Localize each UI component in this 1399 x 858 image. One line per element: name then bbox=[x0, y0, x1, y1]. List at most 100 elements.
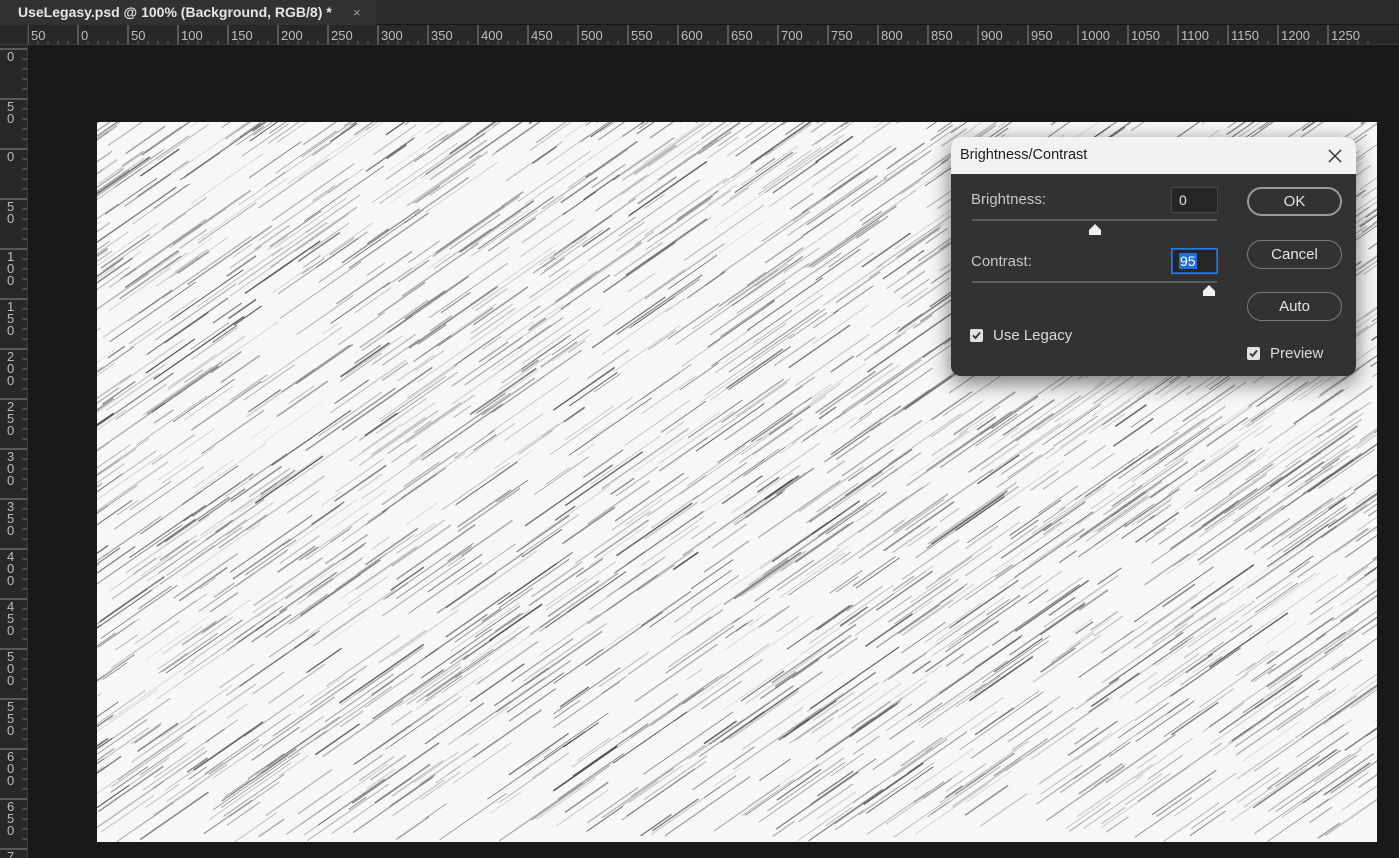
auto-button[interactable]: Auto bbox=[1247, 292, 1342, 321]
rain-streak bbox=[447, 542, 474, 562]
ruler-label: 150 bbox=[231, 28, 253, 43]
rain-streak bbox=[673, 608, 694, 624]
rain-streak bbox=[707, 136, 739, 159]
rain-streak bbox=[907, 277, 950, 308]
brightness-slider-track[interactable] bbox=[972, 219, 1217, 221]
rain-streak bbox=[352, 776, 434, 834]
rain-streak bbox=[361, 444, 440, 500]
ruler-label: 0 bbox=[7, 573, 14, 588]
rain-streak bbox=[1067, 720, 1118, 757]
preview-label[interactable]: Preview bbox=[1270, 345, 1323, 362]
rain-streak bbox=[812, 304, 869, 345]
rain-streak bbox=[321, 609, 366, 641]
rain-streak bbox=[893, 794, 955, 838]
rain-streak bbox=[797, 747, 845, 781]
rain-streak bbox=[758, 605, 791, 628]
rain-streak bbox=[97, 485, 138, 514]
rain-streak bbox=[139, 791, 209, 841]
rain-streak bbox=[586, 349, 630, 380]
rain-streak bbox=[721, 475, 763, 505]
rain-streak bbox=[304, 512, 369, 558]
brightness-input[interactable]: 0 bbox=[1171, 187, 1218, 213]
rain-streak bbox=[352, 214, 417, 259]
rain-streak bbox=[124, 249, 179, 289]
rain-streak bbox=[322, 680, 395, 731]
ruler-origin[interactable] bbox=[0, 25, 28, 45]
rain-streak bbox=[997, 122, 1007, 128]
rain-streak bbox=[1311, 386, 1350, 414]
rain-streak bbox=[1306, 606, 1334, 626]
rain-streak bbox=[125, 125, 166, 155]
rain-streak bbox=[835, 271, 881, 304]
rain-streak bbox=[597, 122, 626, 141]
brightness-slider-thumb[interactable] bbox=[1088, 223, 1102, 237]
rain-streak bbox=[612, 325, 681, 373]
rain-streak bbox=[930, 391, 973, 421]
rain-streak bbox=[771, 623, 857, 684]
ruler-label: 0 bbox=[7, 111, 14, 126]
rain-streak bbox=[404, 122, 410, 125]
rain-streak bbox=[736, 263, 810, 314]
contrast-slider-thumb[interactable] bbox=[1202, 284, 1216, 298]
contrast-input[interactable]: 95 bbox=[1171, 248, 1218, 274]
contrast-slider-track[interactable] bbox=[972, 281, 1217, 283]
rain-streak bbox=[826, 460, 846, 474]
rain-streak bbox=[723, 559, 789, 606]
rain-streak bbox=[342, 544, 365, 561]
rain-streak bbox=[119, 255, 182, 300]
rain-streak bbox=[625, 498, 663, 526]
rain-streak bbox=[532, 257, 556, 274]
rain-streak bbox=[1248, 573, 1339, 637]
rain-streak bbox=[603, 416, 625, 432]
document-tab[interactable]: UseLegasy.psd @ 100% (Background, RGB/8)… bbox=[0, 0, 376, 25]
rain-streak bbox=[1040, 742, 1100, 784]
rain-streak bbox=[391, 710, 413, 726]
rain-streak bbox=[1198, 504, 1285, 565]
rain-streak bbox=[686, 445, 746, 487]
rain-streak bbox=[1353, 473, 1377, 492]
rain-streak bbox=[829, 569, 863, 594]
rain-streak bbox=[690, 521, 717, 540]
rain-streak bbox=[416, 648, 494, 703]
rain-streak bbox=[1269, 425, 1358, 488]
vertical-ruler[interactable]: 0500501001502002503003504004505005506006… bbox=[0, 45, 28, 858]
rain-streak bbox=[842, 349, 932, 413]
use-legacy-checkbox[interactable] bbox=[970, 329, 983, 342]
ok-button[interactable]: OK bbox=[1247, 187, 1342, 216]
cancel-button[interactable]: Cancel bbox=[1247, 240, 1342, 269]
rain-streak bbox=[567, 171, 591, 189]
ruler-label: 0 bbox=[7, 323, 14, 338]
rain-streak bbox=[1103, 458, 1184, 516]
horizontal-ruler[interactable]: 50 0 50 100 150 200 250 300 350 400 450 500 550 600 65… bbox=[28, 25, 1399, 45]
rain-streak bbox=[287, 126, 370, 184]
preview-checkbox[interactable] bbox=[1247, 347, 1260, 360]
rain-streak bbox=[386, 152, 425, 180]
rain-streak bbox=[546, 135, 589, 166]
rain-streak bbox=[432, 195, 521, 258]
rain-streak bbox=[995, 559, 1015, 573]
dialog-title-bar[interactable]: Brightness/Contrast bbox=[951, 137, 1356, 174]
rain-streak bbox=[577, 443, 596, 456]
rain-streak bbox=[930, 801, 950, 815]
rain-streak bbox=[1056, 632, 1095, 659]
rain-streak bbox=[620, 731, 659, 759]
rain-streak bbox=[154, 283, 237, 341]
rain-streak bbox=[277, 545, 316, 573]
rain-streak bbox=[385, 122, 406, 136]
rain-streak bbox=[261, 326, 343, 384]
rain-streak bbox=[220, 354, 261, 383]
rain-streak bbox=[982, 635, 1051, 683]
tab-close-icon[interactable]: × bbox=[353, 0, 361, 25]
rain-streak bbox=[365, 527, 419, 566]
close-icon[interactable] bbox=[1324, 137, 1346, 174]
rain-streak bbox=[1334, 528, 1371, 554]
rain-streak bbox=[232, 538, 291, 580]
rain-streak bbox=[745, 491, 784, 519]
rain-streak bbox=[1317, 822, 1341, 839]
rain-streak bbox=[1231, 657, 1307, 711]
use-legacy-label[interactable]: Use Legacy bbox=[993, 327, 1072, 344]
rain-streak bbox=[233, 305, 262, 326]
rain-streak bbox=[234, 550, 288, 588]
rain-streak bbox=[533, 456, 589, 495]
rain-streak bbox=[470, 209, 538, 257]
